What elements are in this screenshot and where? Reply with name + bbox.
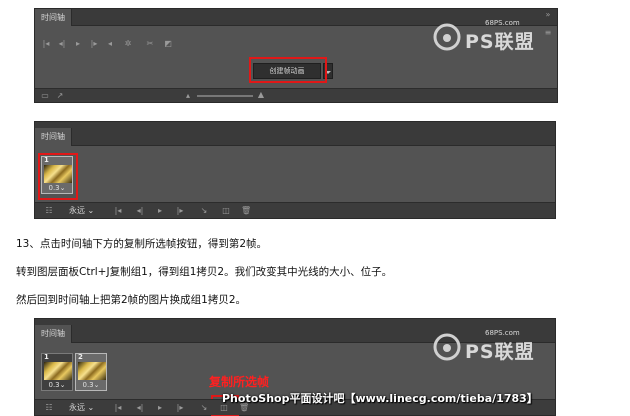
collapse-icon[interactable]: »: [543, 10, 553, 20]
ps-logo-icon: [433, 333, 461, 361]
tween-icon[interactable]: ↘: [199, 403, 209, 413]
tab-timeline[interactable]: 时间轴: [35, 325, 72, 343]
frame-rate-icon[interactable]: ▭: [39, 91, 51, 101]
frame-1[interactable]: 1 0.3⌄: [41, 353, 73, 391]
frame-2[interactable]: 2 0.3⌄: [75, 353, 107, 391]
step-layer-text: 转到图层面板Ctrl+J复制组1，得到组1拷贝2。我们改变其中光线的大小、位子。: [16, 266, 393, 278]
loop-select[interactable]: 永远 ⌄: [69, 402, 94, 413]
first-frame-icon[interactable]: |◂: [113, 206, 123, 216]
transition-icon[interactable]: ◩: [163, 39, 173, 49]
frame-delay[interactable]: 0.3⌄: [76, 381, 106, 390]
loop-select[interactable]: 永远 ⌄: [69, 205, 94, 216]
step-13-text: 13、点击时间轴下方的复制所选帧按钮，得到第2帧。: [16, 238, 268, 250]
footer-watermark: PhotoShop平面设计吧【www.linecg.com/tieba/1783…: [222, 392, 538, 405]
panel-tab-bar: 时间轴: [35, 122, 555, 146]
delete-frame-icon[interactable]: 🗑: [241, 206, 251, 216]
frame-delay[interactable]: 0.3⌄: [42, 381, 72, 390]
highlight-box: [249, 57, 327, 83]
scissors-icon[interactable]: ✂: [145, 39, 155, 49]
first-frame-icon[interactable]: |◂: [41, 39, 51, 49]
watermark-site: 68PS.com: [485, 19, 520, 27]
tween-icon[interactable]: ↘: [199, 206, 209, 216]
prev-frame-icon[interactable]: ◂|: [135, 206, 145, 216]
watermark-brand: PS联盟: [465, 31, 535, 53]
duplicate-frame-icon[interactable]: ◫: [221, 206, 231, 216]
duplicate-frame-annotation: 复制所选帧: [209, 375, 270, 389]
timeline-panel-frames: 时间轴 1 0.3⌄ ☷ 永远 ⌄ |◂ ◂| ▸ |▸ ↘ ◫ 🗑: [34, 121, 556, 219]
render-icon[interactable]: ↗: [55, 91, 65, 101]
highlight-box: [38, 153, 78, 200]
ps-logo-icon: [433, 23, 461, 51]
next-frame-icon[interactable]: |▸: [89, 39, 99, 49]
audio-icon[interactable]: ◂: [105, 39, 115, 49]
panel-menu-icon[interactable]: ≡: [543, 28, 553, 38]
zoom-in-icon[interactable]: ▲: [255, 90, 267, 100]
play-icon[interactable]: ▸: [155, 206, 165, 216]
settings-icon[interactable]: ✲: [123, 39, 133, 49]
frame-number: 2: [78, 353, 83, 361]
step-replace-text: 然后回到时间轴上把第2帧的图片换成组1拷贝2。: [16, 294, 247, 306]
timeline-bottom-bar: ☷ 永远 ⌄ |◂ ◂| ▸ |▸ ↘ ◫ 🗑: [35, 202, 555, 218]
convert-timeline-icon[interactable]: ☷: [43, 403, 55, 413]
frame-thumbnail: [78, 362, 106, 380]
zoom-out-icon[interactable]: ▴: [183, 91, 193, 101]
prev-frame-icon[interactable]: ◂|: [57, 39, 67, 49]
timeline-panel-empty: 时间轴 » ≡ |◂ ◂| ▸ |▸ ◂ ✲ ✂ ◩ 68PS.com PS联盟…: [34, 8, 558, 103]
timeline-bottom-bar: ▭ ↗ ▴ ▲: [35, 88, 557, 102]
watermark-brand: PS联盟: [465, 341, 535, 363]
convert-timeline-icon[interactable]: ☷: [43, 206, 55, 216]
first-frame-icon[interactable]: |◂: [113, 403, 123, 413]
next-frame-icon[interactable]: |▸: [175, 403, 185, 413]
panel-tab-bar: 时间轴 »: [35, 9, 557, 26]
next-frame-icon[interactable]: |▸: [175, 206, 185, 216]
watermark-site: 68PS.com: [485, 329, 520, 337]
prev-frame-icon[interactable]: ◂|: [135, 403, 145, 413]
tab-timeline[interactable]: 时间轴: [35, 9, 72, 26]
zoom-slider[interactable]: [197, 95, 253, 97]
play-icon[interactable]: ▸: [73, 39, 83, 49]
tab-timeline[interactable]: 时间轴: [35, 128, 72, 146]
play-icon[interactable]: ▸: [155, 403, 165, 413]
frame-number: 1: [44, 353, 49, 361]
frame-thumbnail: [44, 362, 72, 380]
